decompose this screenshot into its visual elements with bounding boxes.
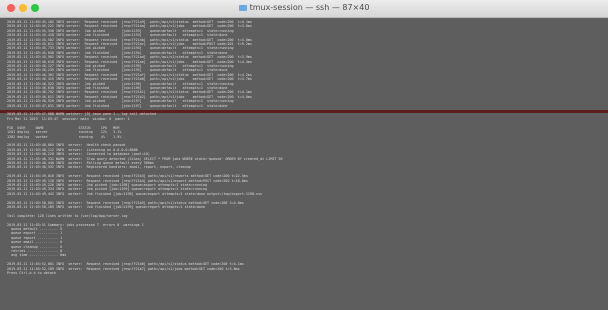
terminal-window: tmux-session — ssh — 87×40 2019-03-11 11… [0, 0, 608, 310]
terminal-line: avg time .............. 6ms [7, 253, 67, 258]
terminal-line: 2019-03-11 11:03:50,109 INFO worker: Job… [7, 205, 206, 209]
terminal-output[interactable]: 2019-03-11 11:03:45,102 INFO server: Req… [0, 18, 608, 310]
terminal-line: Press Ctrl-b d to detach [7, 271, 56, 275]
folder-icon [238, 4, 247, 11]
terminal-line: 1202 deploy worker running 4% 1.9% [7, 134, 122, 139]
terminal-line: 2019-03-11 11:03:49,442 INFO worker: Job… [7, 191, 263, 196]
terminal-line: 2019-03-11 11:03:47,031 INFO worker: Job… [7, 103, 228, 108]
terminal-line: 2019-03-11 11:03:48,552 INFO worker: Reg… [7, 165, 191, 170]
separator-line: 2019-03-11 11:03:47,088 WARN watcher: [0… [7, 112, 157, 116]
title-bar[interactable]: tmux-session — ssh — 87×40 [0, 0, 608, 18]
window-title: tmux-session — ssh — 87×40 [0, 3, 608, 12]
terminal-line: Tail complete: 128 lines written to /var… [7, 213, 128, 218]
window-title-text: tmux-session — ssh — 87×40 [249, 3, 370, 12]
terminal-line: Fri Mar 11 2019 11:03:47 session: main w… [7, 117, 130, 121]
